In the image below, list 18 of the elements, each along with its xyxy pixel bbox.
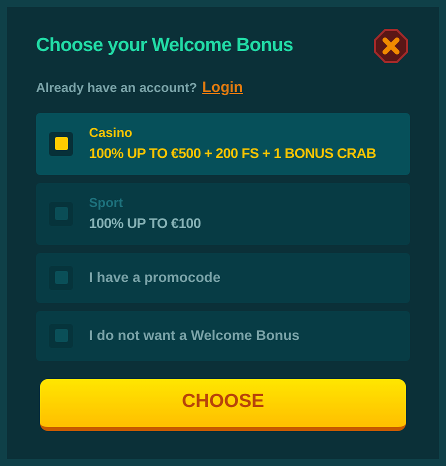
option-label: Sport [89,194,124,212]
bonus-option[interactable]: I have a promocode [36,252,410,302]
account-prompt: Already have an account? [36,79,198,97]
option-label: Casino [89,124,134,142]
checkbox[interactable] [49,132,73,156]
option-label: I do not want a Welcome Bonus [89,326,300,345]
bonus-option[interactable]: I do not want a Welcome Bonus [36,310,410,360]
offer-text: 100% UP TO €500 + 200 FS + 1 BONUS CRAB [89,144,376,163]
choose-button[interactable]: CHOOSE [40,378,406,430]
option-label: I have a promocode [89,268,220,287]
login-link[interactable]: Login [202,77,243,100]
bonus-option[interactable]: Casino 100% UP TO €500 + 200 FS + 1 BONUS CRAB [36,112,410,174]
close-button[interactable] [374,29,408,63]
checkbox[interactable] [49,324,73,348]
dialog-title: Choose your Welcome Bonus [36,34,293,58]
checkbox[interactable] [49,266,73,290]
offer-text: 100% UP TO €100 [89,214,201,233]
close-icon [374,29,408,63]
